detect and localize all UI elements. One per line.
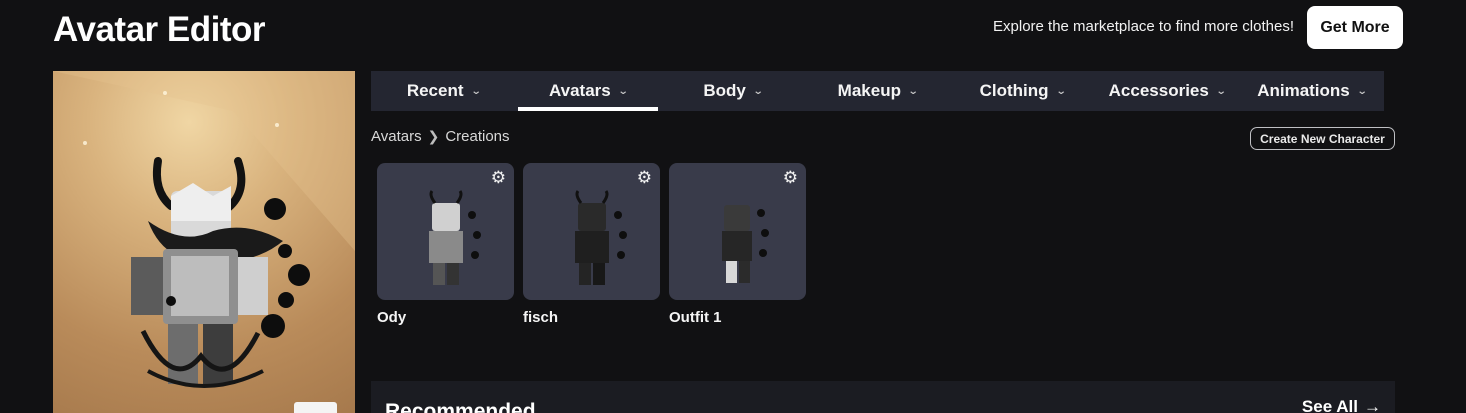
gear-icon[interactable]: ⚙ [637,168,652,188]
sparkle-decoration [83,141,87,145]
tab-label: Animations [1257,81,1350,100]
tab-label: Clothing [979,81,1049,100]
tab-label: Recent [406,81,464,100]
creation-thumbnail[interactable]: ⚙ [669,163,806,300]
breadcrumb-root-link[interactable]: Avatars [371,128,422,145]
tab-animations[interactable]: Animations ⌄ [1239,71,1384,111]
breadcrumb-current: Creations [445,128,510,145]
tab-makeup[interactable]: Makeup ⌄ [805,71,950,111]
category-tabs: Recent ⌄ Avatars ⌄ Body ⌄ Makeup ⌄ Cloth… [371,71,1384,111]
marketplace-promo-text: Explore the marketplace to find more clo… [993,18,1294,35]
chevron-down-icon: ⌄ [470,85,482,97]
creation-thumbnail[interactable]: ⚙ [377,163,514,300]
avatar-figure [53,71,355,388]
see-all-link[interactable]: See All → [1302,397,1381,413]
creation-card[interactable]: ⚙ Outfit 1 [669,163,806,326]
tab-body[interactable]: Body ⌄ [660,71,805,111]
get-more-button[interactable]: Get More [1307,6,1403,49]
recommended-section: Recommended See All → [371,381,1395,413]
chevron-right-icon: ❯ [427,128,440,144]
chevron-down-icon: ⌄ [1215,85,1227,97]
see-all-label: See All [1301,397,1358,413]
gear-icon[interactable]: ⚙ [783,168,798,188]
creation-card[interactable]: ⚙ fisch [523,163,660,326]
chevron-down-icon: ⌄ [752,85,764,97]
creation-name: Ody [377,309,407,326]
tab-label: Accessories [1108,81,1209,100]
gear-icon[interactable]: ⚙ [491,168,506,188]
breadcrumb: Avatars ❯ Creations [371,128,510,145]
chevron-down-icon: ⌄ [1356,85,1368,97]
create-new-character-button[interactable]: Create New Character [1250,127,1395,150]
chevron-down-icon: ⌄ [1055,85,1067,97]
creation-name: Outfit 1 [669,309,722,326]
avatar-preview [53,71,355,413]
preview-toggle-button[interactable] [294,402,337,413]
arrow-right-icon: → [1364,397,1381,413]
creation-card[interactable]: ⚙ Ody [377,163,514,326]
tab-label: Avatars [549,81,611,100]
tab-label: Body [703,81,746,100]
chevron-down-icon: ⌄ [617,85,629,97]
creation-thumbnail[interactable]: ⚙ [523,163,660,300]
page-title: Avatar Editor [53,10,265,49]
tab-accessories[interactable]: Accessories ⌄ [1095,71,1240,111]
tab-avatars[interactable]: Avatars ⌄ [516,71,661,111]
sparkle-decoration [275,123,279,127]
tab-clothing[interactable]: Clothing ⌄ [950,71,1095,111]
tab-label: Makeup [837,81,901,100]
sparkle-decoration [163,91,167,95]
tab-recent[interactable]: Recent ⌄ [371,71,516,111]
chevron-down-icon: ⌄ [907,85,919,97]
recommended-title: Recommended [385,400,536,413]
creation-name: fisch [523,309,559,326]
